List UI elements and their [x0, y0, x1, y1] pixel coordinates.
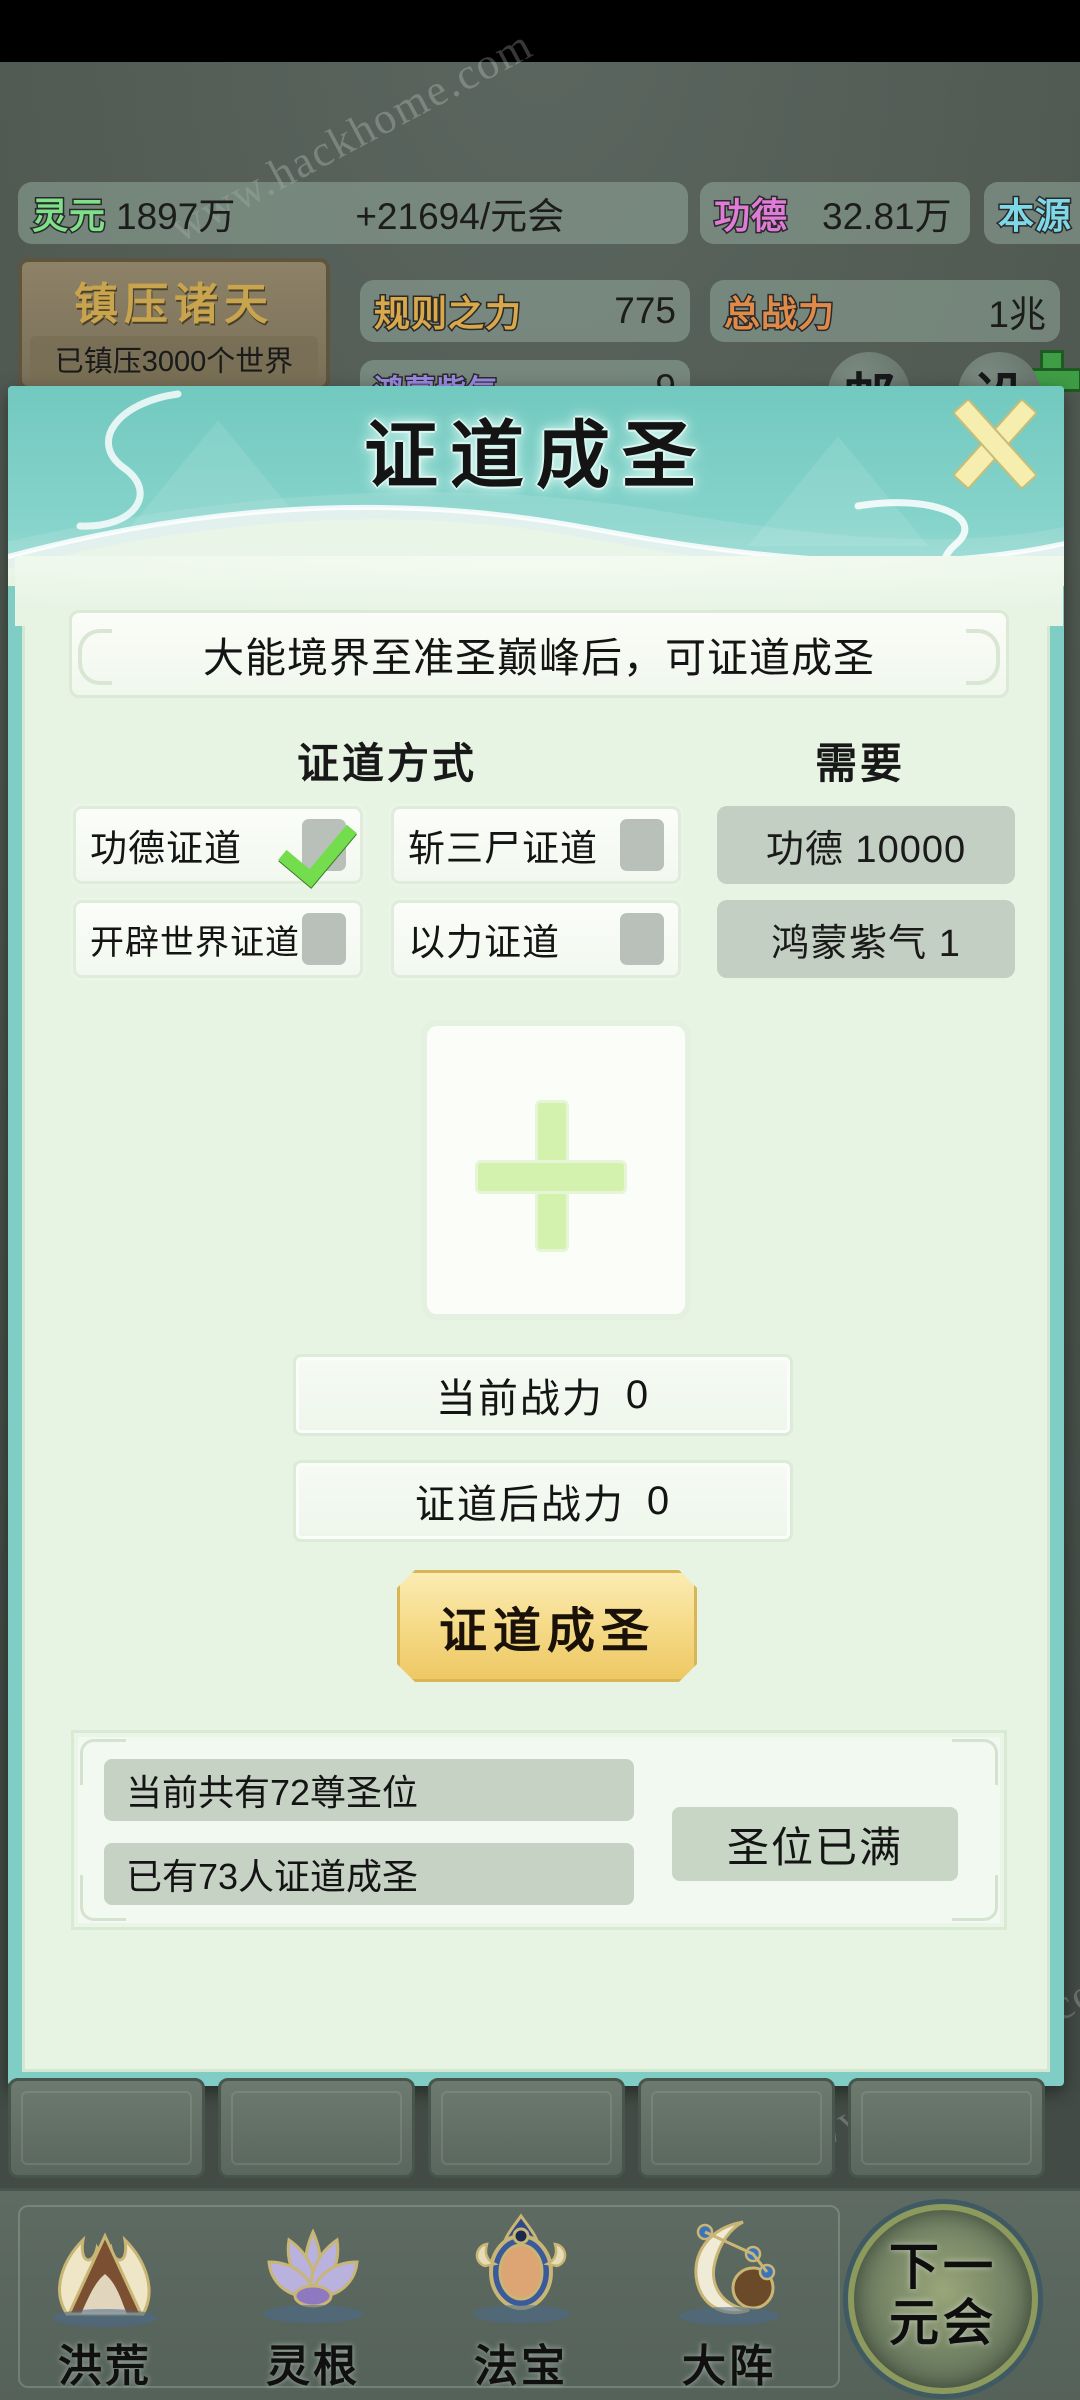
option-label: 以力证道: [408, 922, 560, 963]
seal-title: 镇压诸天: [74, 280, 274, 329]
nav-item-linggen[interactable]: 灵根: [218, 2204, 408, 2394]
stat-current-power: 当前战力 0: [293, 1354, 793, 1436]
mini-card[interactable]: [8, 2078, 205, 2178]
hud-stat-guizezhili[interactable]: 规则之力 775: [360, 280, 690, 342]
hud-resource-benyuan[interactable]: 本源 70.34万: [984, 182, 1080, 244]
plus-icon-horizontal: [475, 1160, 627, 1194]
mini-card[interactable]: [218, 2078, 415, 2178]
zhengdao-chengsheng-dialog: 证道成圣 大能境界至准圣巅峰后，可证道成圣 证道方式 需要 功德证道 斩三尸证道…: [8, 386, 1064, 2086]
banner-cap-right: [966, 629, 1000, 685]
dialog-body: 大能境界至准圣巅峰后，可证道成圣 证道方式 需要 功德证道 斩三尸证道 开辟世界…: [15, 556, 1063, 2072]
status-badge-slots-full: 圣位已满: [672, 1807, 958, 1881]
option-label: 开辟世界证道: [90, 923, 300, 962]
next-cycle-label-line2: 元会: [889, 2295, 997, 2351]
nav-label: 灵根: [266, 2342, 360, 2391]
stat-after-power-label: 证道后战力: [414, 1483, 625, 1527]
resource-name-gongde: 功德: [712, 195, 789, 238]
seal-subtitle: 已镇压3000个世界: [30, 336, 318, 382]
stat-name-guizezhili: 规则之力: [372, 293, 523, 336]
mini-card[interactable]: [428, 2078, 625, 2178]
moon-yinyang-icon: [669, 2210, 789, 2328]
nav-label: 法宝: [474, 2342, 568, 2391]
option-yili-zhengdao[interactable]: 以力证道: [391, 900, 681, 978]
info-banner-text: 大能境界至准圣巅峰后，可证道成圣: [203, 635, 875, 681]
checkbox-icon[interactable]: [620, 819, 664, 871]
requirement-hongmengziqi: 鸿蒙紫气 1: [717, 900, 1015, 978]
zhengdao-chengsheng-button[interactable]: 证道成圣: [397, 1570, 697, 1682]
mini-card[interactable]: [848, 2078, 1045, 2178]
resource-rate-lingyuan: +21694/元会: [355, 196, 565, 237]
resource-value-gongde: 32.81万: [822, 196, 952, 237]
nav-label: 洪荒: [58, 2342, 152, 2391]
add-slot-card[interactable]: [421, 1020, 691, 1320]
corner-flourish: [952, 1739, 998, 1785]
seal-plaque[interactable]: 镇压诸天 已镇压3000个世界: [18, 258, 330, 390]
saint-total-slots: 当前共有72尊圣位: [104, 1759, 634, 1821]
corner-flourish: [952, 1875, 998, 1921]
mirror-pagoda-icon: [461, 2210, 581, 2328]
stat-after-power: 证道后战力 0: [293, 1460, 793, 1542]
option-label: 功德证道: [90, 828, 242, 869]
lotus-icon: [253, 2210, 373, 2328]
hud-resource-bar-primary[interactable]: 灵元 1897万 +21694/元会: [18, 182, 688, 244]
column-header-method: 证道方式: [297, 740, 478, 787]
stat-current-power-label: 当前战力: [435, 1377, 604, 1421]
banner-cap-left: [78, 629, 112, 685]
column-header-need: 需要: [815, 740, 906, 787]
next-cycle-label-line1: 下一: [889, 2239, 997, 2295]
nav-item-fabao[interactable]: 法宝: [426, 2204, 616, 2394]
bottom-navbar: 洪荒 灵根 法宝 大阵 下一 元会: [0, 2188, 1080, 2400]
saint-current-count: 已有73人证道成圣: [104, 1843, 634, 1905]
option-gongde-zhengdao[interactable]: 功德证道: [73, 806, 363, 884]
hud-resource-gongde[interactable]: 功德 32.81万: [700, 182, 970, 244]
page-title: 证道成圣: [364, 416, 708, 498]
nav-item-dazhen[interactable]: 大阵: [634, 2204, 824, 2394]
close-icon[interactable]: [948, 396, 1044, 492]
stat-name-zongzhanli: 总战力: [722, 293, 836, 336]
mini-card-strip: [0, 2078, 1080, 2188]
mountain-flame-icon: [45, 2210, 165, 2328]
option-zhansanshi-zhengdao[interactable]: 斩三尸证道: [391, 806, 681, 884]
info-banner: 大能境界至准圣巅峰后，可证道成圣: [69, 610, 1009, 698]
stat-after-power-value: 0: [646, 1478, 672, 1523]
nav-label: 大阵: [682, 2342, 776, 2391]
hud-stat-zongzhanli[interactable]: 总战力 1兆: [710, 280, 1060, 342]
option-label: 斩三尸证道: [408, 828, 598, 869]
stat-value-guizezhili: 775: [614, 290, 676, 331]
stat-value-zongzhanli: 1兆: [988, 294, 1046, 335]
saint-slot-panel: 当前共有72尊圣位 已有73人证道成圣 圣位已满: [71, 1730, 1007, 1930]
nav-item-honghuang[interactable]: 洪荒: [10, 2204, 200, 2394]
resource-name-lingyuan: 灵元: [30, 195, 107, 238]
option-kaipishijie-zhengdao[interactable]: 开辟世界证道: [73, 900, 363, 978]
resource-name-benyuan: 本源: [996, 195, 1073, 238]
checkbox-checked-icon[interactable]: [302, 819, 346, 871]
requirement-gongde: 功德 10000: [717, 806, 1015, 884]
checkbox-icon[interactable]: [302, 913, 346, 965]
resource-value-lingyuan: 1897万: [116, 196, 236, 237]
stat-current-power-value: 0: [625, 1372, 651, 1417]
next-cycle-button[interactable]: 下一 元会: [818, 2192, 1068, 2398]
checkbox-icon[interactable]: [620, 913, 664, 965]
status-bar: [0, 0, 1080, 62]
mini-card[interactable]: [638, 2078, 835, 2178]
